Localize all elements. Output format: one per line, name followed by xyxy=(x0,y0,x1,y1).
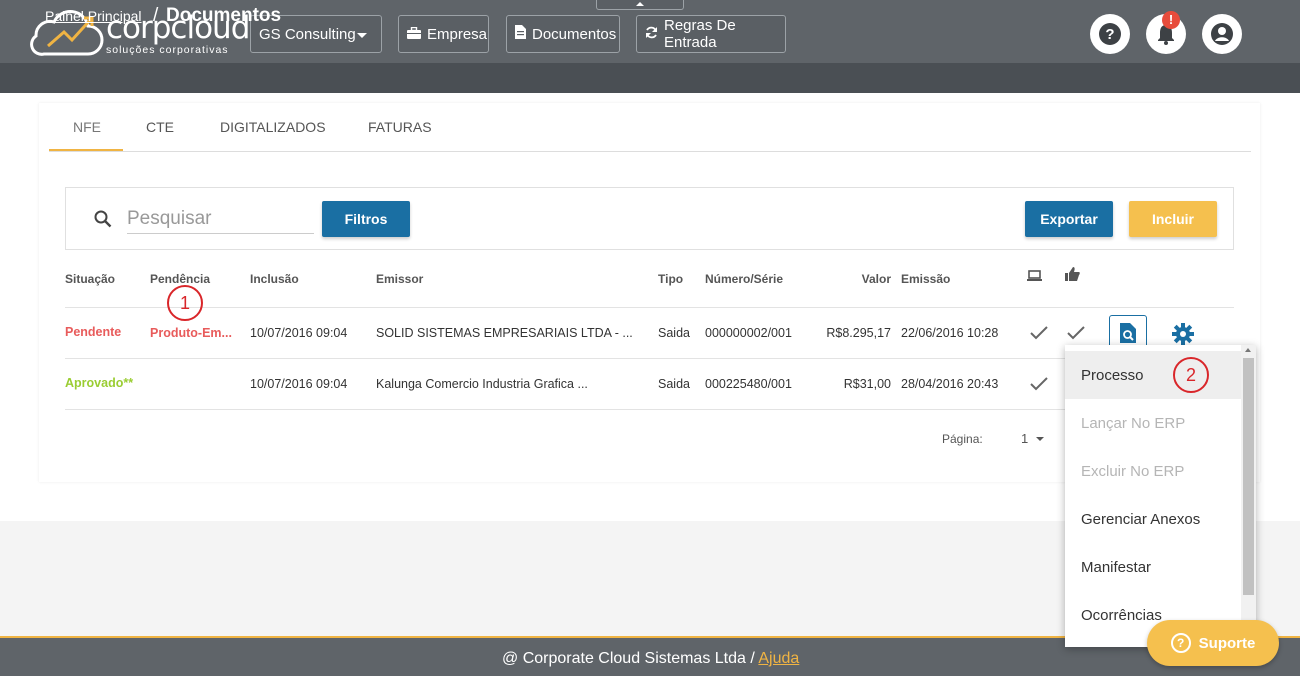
table-header-divider xyxy=(65,307,1234,308)
row1-emissor: SOLID SISTEMAS EMPRESARIAIS LTDA - ... xyxy=(376,326,633,340)
column-header-tipo[interactable]: Tipo xyxy=(658,272,683,286)
column-header-emissao[interactable]: Emissão xyxy=(901,272,950,286)
column-header-situacao[interactable]: Situação xyxy=(65,272,115,286)
collapse-header-toggle[interactable] xyxy=(596,0,684,10)
footer-copyright: @ Corporate Cloud Sistemas Ltda / xyxy=(502,650,755,667)
briefcase-icon xyxy=(407,26,421,43)
empresa-button[interactable]: Empresa xyxy=(398,15,489,53)
filtros-button[interactable]: Filtros xyxy=(322,201,410,237)
row-actions-menu: Processo Lançar No ERP Excluir No ERP Ge… xyxy=(1065,345,1256,647)
breadcrumb xyxy=(0,63,1300,93)
row1-inclusao: 10/07/2016 09:04 xyxy=(250,326,348,340)
active-tab-indicator xyxy=(49,149,123,151)
incluir-button[interactable]: Incluir xyxy=(1129,201,1217,237)
row1-valor: R$8.295,17 xyxy=(826,326,891,340)
row2-numero: 000225480/001 xyxy=(705,377,792,391)
row1-emissao: 22/06/2016 10:28 xyxy=(901,326,999,340)
check-icon xyxy=(1030,377,1048,396)
regras-entrada-label: Regras De Entrada xyxy=(664,17,736,51)
refresh-icon xyxy=(645,26,658,43)
row1-tipo: Saida xyxy=(658,326,690,340)
menu-item-excluir-erp: Excluir No ERP xyxy=(1081,462,1185,480)
pagination-label: Página: xyxy=(942,432,983,446)
tab-digitalizados[interactable]: DIGITALIZADOS xyxy=(220,119,326,135)
column-header-valor[interactable]: Valor xyxy=(840,272,891,286)
column-header-emissor[interactable]: Emissor xyxy=(376,272,423,286)
tab-faturas[interactable]: FATURAS xyxy=(368,119,432,135)
menu-item-lancar-erp: Lançar No ERP xyxy=(1081,414,1186,432)
company-select-label: GS Consulting xyxy=(259,25,356,43)
row2-emissao: 28/04/2016 20:43 xyxy=(901,377,999,391)
row1-pendencia[interactable]: Produto-Em... xyxy=(150,326,232,340)
row2-inclusao: 10/07/2016 09:04 xyxy=(250,377,348,391)
search-input[interactable] xyxy=(127,204,314,234)
empresa-label: Empresa xyxy=(427,25,488,43)
row2-situacao: Aprovado** xyxy=(65,376,134,390)
column-header-numero[interactable]: Número/Série xyxy=(705,272,783,286)
documentos-button[interactable]: Documentos xyxy=(506,15,620,53)
breadcrumb-home-link[interactable]: Painel Principal xyxy=(45,8,142,24)
user-menu-button[interactable] xyxy=(1202,14,1242,54)
menu-item-manifestar[interactable]: Manifestar xyxy=(1065,543,1241,591)
menu-scrollbar-thumb[interactable] xyxy=(1243,358,1254,595)
question-icon: ? xyxy=(1170,633,1191,653)
footer-help-link[interactable]: Ajuda xyxy=(758,650,799,667)
row-divider xyxy=(65,358,1234,359)
tab-nfe[interactable]: NFE xyxy=(73,119,101,135)
chevron-down-icon[interactable] xyxy=(1036,437,1044,441)
help-icon: ? xyxy=(1099,23,1121,45)
menu-item-processo[interactable]: Processo xyxy=(1065,351,1241,399)
row-divider xyxy=(65,409,1234,410)
annotation-marker-1: 1 xyxy=(167,285,203,321)
thumbs-up-icon xyxy=(1065,267,1080,286)
support-button[interactable]: ? Suporte xyxy=(1147,620,1279,666)
column-header-inclusao[interactable]: Inclusão xyxy=(250,272,299,286)
check-icon xyxy=(1030,326,1048,345)
regras-entrada-button[interactable]: Regras De Entrada xyxy=(636,15,786,53)
tab-cte[interactable]: CTE xyxy=(146,119,174,135)
row2-valor: R$31,00 xyxy=(843,377,891,391)
row1-numero: 000000002/001 xyxy=(705,326,792,340)
documentos-label: Documentos xyxy=(532,25,617,43)
chevron-down-icon xyxy=(357,33,367,38)
svg-text:?: ? xyxy=(1105,26,1114,43)
column-header-pendencia[interactable]: Pendência xyxy=(150,272,210,286)
exportar-button[interactable]: Exportar xyxy=(1025,201,1113,237)
document-icon xyxy=(515,25,526,43)
scroll-up-icon[interactable] xyxy=(1245,348,1251,352)
document-tabs: NFE CTE DIGITALIZADOS FATURAS xyxy=(49,103,1251,152)
support-label: Suporte xyxy=(1198,634,1256,652)
view-document-icon xyxy=(1120,323,1136,343)
user-icon xyxy=(1211,23,1233,45)
page-select[interactable]: 1 xyxy=(1021,431,1028,446)
menu-item-gerenciar-anexos[interactable]: Gerenciar Anexos xyxy=(1065,495,1241,543)
footer-text: @ Corporate Cloud Sistemas Ltda / Ajuda xyxy=(502,650,799,668)
row2-emissor: Kalunga Comercio Industria Grafica ... xyxy=(376,377,588,391)
help-button[interactable]: ? xyxy=(1090,14,1130,54)
notification-badge: ! xyxy=(1162,11,1180,29)
annotation-marker-2: 2 xyxy=(1173,357,1209,393)
breadcrumb-separator: / xyxy=(153,5,159,26)
row1-situacao: Pendente xyxy=(65,325,122,339)
page-title: Documentos xyxy=(166,5,282,26)
brand-tagline: soluções corporativas xyxy=(106,44,229,56)
row2-tipo: Saida xyxy=(658,377,690,391)
monitor-icon xyxy=(1027,269,1042,287)
check-icon xyxy=(1067,326,1085,345)
search-icon xyxy=(94,210,112,233)
